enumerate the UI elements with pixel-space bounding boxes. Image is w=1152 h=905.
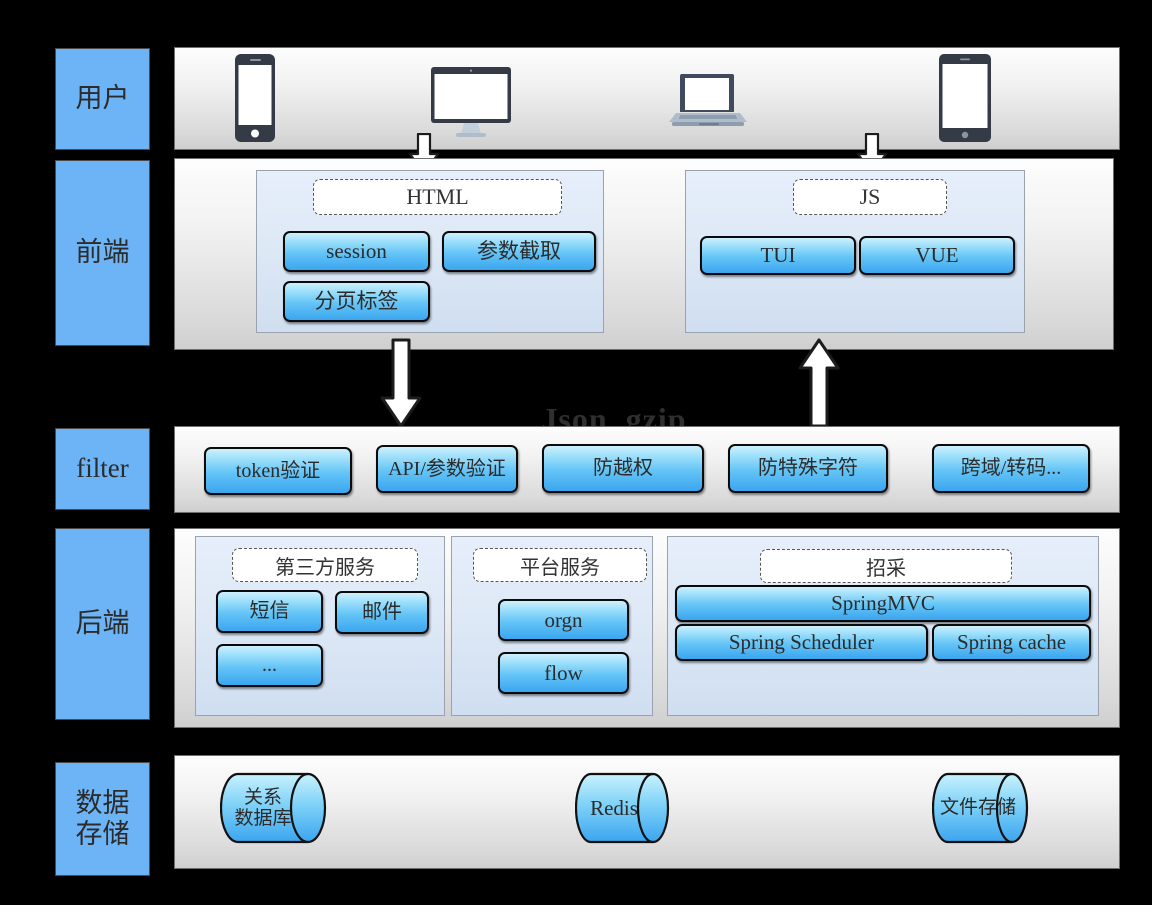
stage-label-storage: 数据 存储: [55, 762, 150, 876]
desktop-monitor-icon: [430, 66, 512, 143]
arrow-frontend-to-filter-icon: [378, 338, 424, 433]
stage-label-filter: filter: [55, 428, 150, 510]
button-label: 参数截取: [477, 239, 561, 264]
group-title-html: HTML: [313, 179, 562, 215]
cylinder-label: Redis: [590, 795, 638, 820]
button-label: TUI: [760, 243, 796, 268]
group-title-text: 平台服务: [520, 556, 600, 579]
button-label: flow: [544, 660, 583, 685]
button-label: VUE: [915, 243, 959, 268]
button-label: 分页标签: [314, 289, 399, 314]
stage-label-text: 前端: [75, 237, 130, 268]
smartphone-icon: [234, 53, 276, 148]
storage-cylinder-file-storage[interactable]: 文件存储: [932, 772, 1034, 845]
backend-button-flow[interactable]: flow: [498, 652, 629, 694]
backend-button-sms[interactable]: 短信: [216, 590, 323, 633]
stage-label-text: 用户: [75, 83, 130, 114]
filter-button-special-char-protection[interactable]: 防特殊字符: [728, 444, 888, 493]
button-label: token验证: [235, 459, 321, 482]
button-label: 邮件: [362, 601, 402, 623]
architecture-diagram: 用户 前端 filter 后端 数据 存储 HTML session 参数截取 …: [0, 0, 1152, 905]
button-label: orgn: [544, 607, 583, 632]
group-title-js: JS: [793, 179, 947, 215]
group-title-text: JS: [859, 184, 881, 209]
button-label: 防特殊字符: [758, 457, 858, 479]
button-label: 跨域/转码...: [960, 457, 1062, 479]
arrow-filter-to-frontend-icon: [796, 338, 842, 433]
button-label: Spring cache: [956, 630, 1067, 654]
button-label: session: [326, 239, 387, 264]
cylinder-label: 关系 数据库: [234, 786, 292, 829]
stage-label-user: 用户: [55, 48, 150, 150]
group-title-platform: 平台服务: [473, 548, 647, 582]
backend-button-springmvc[interactable]: SpringMVC: [675, 585, 1091, 622]
backend-button-spring-cache[interactable]: Spring cache: [932, 624, 1091, 661]
frontend-button-tui[interactable]: TUI: [700, 236, 856, 275]
button-label: Spring Scheduler: [728, 630, 875, 655]
storage-cylinder-relational-db[interactable]: 关系 数据库: [220, 772, 332, 845]
filter-button-api-param-validation[interactable]: API/参数验证: [376, 445, 518, 493]
button-label: SpringMVC: [831, 591, 935, 616]
storage-cylinder-redis[interactable]: Redis: [575, 772, 675, 845]
group-title-text: HTML: [406, 184, 469, 209]
cylinder-label: 文件存储: [939, 797, 1016, 819]
group-title-third-party: 第三方服务: [232, 548, 418, 582]
tablet-icon: [938, 53, 992, 148]
stage-label-frontend: 前端: [55, 160, 150, 346]
button-label: ...: [262, 654, 277, 676]
frontend-button-session[interactable]: session: [283, 231, 430, 272]
backend-button-orgn[interactable]: orgn: [498, 599, 629, 641]
laptop-icon: [668, 72, 748, 134]
filter-button-cors-transcode[interactable]: 跨域/转码...: [932, 444, 1090, 493]
group-title-text: 第三方服务: [275, 556, 375, 579]
button-label: 短信: [249, 600, 290, 622]
stage-label-text: 后端: [75, 608, 130, 639]
stage-label-text: filter: [76, 453, 129, 484]
frontend-button-pagination-tag[interactable]: 分页标签: [283, 281, 430, 322]
backend-button-spring-scheduler[interactable]: Spring Scheduler: [675, 624, 928, 661]
stage-label-backend: 后端: [55, 528, 150, 720]
filter-button-privilege-protection[interactable]: 防越权: [542, 444, 704, 493]
group-title-procurement: 招采: [760, 549, 1012, 583]
backend-button-more[interactable]: ...: [216, 644, 323, 687]
frontend-button-vue[interactable]: VUE: [859, 236, 1015, 275]
button-label: 防越权: [593, 457, 653, 479]
stage-label-text: 数据 存储: [75, 787, 130, 849]
filter-button-token-validation[interactable]: token验证: [204, 447, 352, 495]
frontend-button-param-capture[interactable]: 参数截取: [442, 231, 596, 272]
group-title-text: 招采: [866, 557, 906, 580]
backend-button-email[interactable]: 邮件: [335, 591, 429, 634]
button-label: API/参数验证: [388, 457, 506, 480]
